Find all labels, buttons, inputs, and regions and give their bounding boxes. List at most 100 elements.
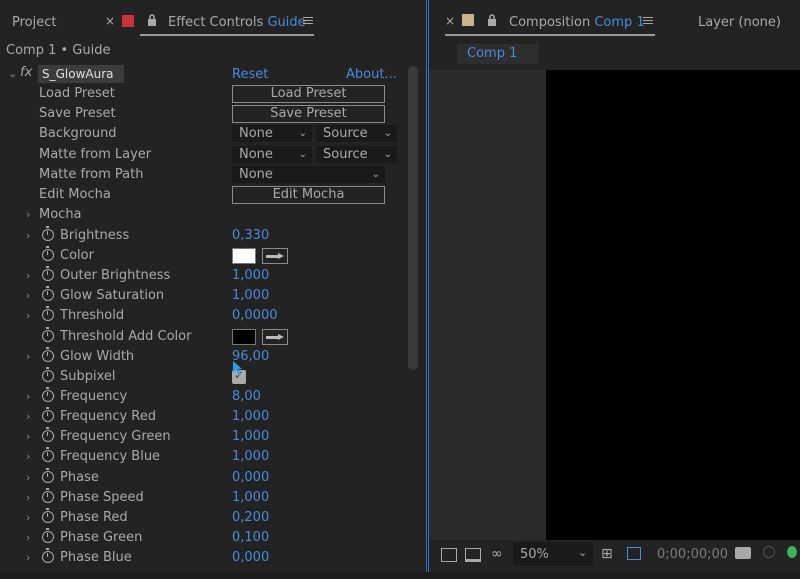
fx-icon[interactable]: fx (20, 65, 32, 80)
outer-brightness-label: Outer Brightness (60, 268, 171, 283)
phase-green-value[interactable]: 0,100 (232, 530, 269, 545)
stopwatch-icon[interactable] (42, 427, 54, 442)
composition-tab-bar: × Composition Comp 1 Layer (none) (429, 0, 800, 38)
background-dropdown[interactable]: None ⌄ (232, 125, 312, 142)
composition-viewer[interactable] (546, 70, 800, 540)
stopwatch-icon[interactable] (42, 447, 54, 462)
stopwatch-icon[interactable] (42, 367, 54, 382)
chevron-right-icon[interactable]: › (26, 551, 30, 564)
chevron-right-icon[interactable]: › (26, 289, 30, 302)
stopwatch-icon[interactable] (42, 246, 54, 261)
save-preset-label: Save Preset (39, 106, 116, 121)
outer-brightness-value[interactable]: 1,000 (232, 268, 269, 283)
monitor-icon[interactable] (465, 548, 481, 562)
color-swatch[interactable] (232, 248, 256, 264)
stopwatch-icon[interactable] (42, 508, 54, 523)
current-time[interactable]: 0;00;00;00 (657, 547, 728, 562)
frequency-value[interactable]: 8,00 (232, 389, 261, 404)
phase-speed-value[interactable]: 1,000 (232, 490, 269, 505)
chevron-down-icon[interactable]: ⌄ (8, 67, 17, 80)
panel-menu-icon[interactable] (643, 15, 653, 26)
effect-name[interactable]: S_GlowAura (42, 67, 114, 81)
stopwatch-icon[interactable] (42, 468, 54, 483)
frequency-blue-label: Frequency Blue (60, 449, 161, 464)
phase-red-value[interactable]: 0,200 (232, 510, 269, 525)
chevron-right-icon[interactable]: › (26, 390, 30, 403)
phase-green-label: Phase Green (60, 530, 143, 545)
frequency-blue-value[interactable]: 1,000 (232, 449, 269, 464)
show-snapshot-icon[interactable] (763, 546, 775, 558)
phase-red-label: Phase Red (60, 510, 128, 525)
chevron-right-icon[interactable]: › (26, 350, 30, 363)
brightness-value[interactable]: 0,330 (232, 228, 269, 243)
close-icon[interactable]: × (445, 14, 455, 28)
lock-icon[interactable] (487, 14, 497, 26)
eyedropper-icon[interactable] (262, 248, 288, 264)
threshold-color-swatch[interactable] (232, 329, 256, 345)
stopwatch-icon[interactable] (42, 347, 54, 362)
stopwatch-icon[interactable] (42, 266, 54, 281)
phase-value[interactable]: 0,000 (232, 470, 269, 485)
panel-menu-icon[interactable] (303, 15, 313, 26)
about-link[interactable]: About... (346, 67, 397, 82)
chevron-right-icon[interactable]: › (26, 511, 30, 524)
threshold-add-color-label: Threshold Add Color (60, 329, 192, 344)
stopwatch-icon[interactable] (42, 528, 54, 543)
reset-link[interactable]: Reset (232, 67, 268, 82)
glow-width-row: › Glow Width 96,00 (0, 347, 404, 367)
close-icon[interactable]: × (105, 14, 115, 28)
frequency-green-value[interactable]: 1,000 (232, 429, 269, 444)
tab-layer[interactable]: Layer (none) (698, 15, 781, 30)
chevron-right-icon[interactable]: › (26, 450, 30, 463)
stopwatch-icon[interactable] (42, 387, 54, 402)
camera-snapshot-icon[interactable] (735, 547, 751, 559)
chevron-right-icon[interactable]: › (26, 208, 30, 221)
glow-saturation-value[interactable]: 1,000 (232, 288, 269, 303)
stopwatch-icon[interactable] (42, 226, 54, 241)
matte-layer-dropdown[interactable]: None ⌄ (232, 146, 312, 163)
frequency-green-label: Frequency Green (60, 429, 171, 444)
tab-project[interactable]: Project (12, 15, 56, 30)
load-preset-button[interactable]: Load Preset (232, 85, 385, 103)
left-tab-bar: Project × Effect Controls Guide (0, 0, 426, 38)
background-source-dropdown[interactable]: Source ⌄ (316, 125, 397, 142)
chevron-right-icon[interactable]: › (26, 430, 30, 443)
region-of-interest-icon[interactable] (627, 547, 641, 560)
eyedropper-icon[interactable] (262, 329, 288, 345)
matte-path-value: None (239, 167, 273, 182)
comp-subtab[interactable]: Comp 1 (457, 44, 539, 64)
grid-guides-icon[interactable]: ⊞ (601, 546, 613, 562)
lock-icon[interactable] (147, 14, 157, 26)
stopwatch-icon[interactable] (42, 407, 54, 422)
chevron-right-icon[interactable]: › (26, 229, 30, 242)
zoom-dropdown[interactable]: 50% ⌄ (513, 542, 593, 566)
stopwatch-icon[interactable] (42, 327, 54, 342)
threshold-value[interactable]: 0,0000 (232, 308, 278, 323)
stopwatch-icon[interactable] (42, 488, 54, 503)
chevron-right-icon[interactable]: › (26, 491, 30, 504)
mask-icon[interactable]: ∞ (491, 546, 503, 562)
chevron-right-icon[interactable]: › (26, 471, 30, 484)
chevron-right-icon[interactable]: › (26, 531, 30, 544)
matte-layer-source-dropdown[interactable]: Source ⌄ (316, 146, 397, 163)
vertical-scrollbar[interactable] (408, 66, 418, 370)
stopwatch-icon[interactable] (42, 548, 54, 563)
stopwatch-icon[interactable] (42, 306, 54, 321)
chevron-right-icon[interactable]: › (26, 309, 30, 322)
chevron-right-icon[interactable]: › (26, 410, 30, 423)
chevron-right-icon[interactable]: › (26, 269, 30, 282)
frequency-red-value[interactable]: 1,000 (232, 409, 269, 424)
edit-mocha-button[interactable]: Edit Mocha (232, 186, 385, 204)
chevron-down-icon: ⌄ (298, 128, 307, 139)
always-preview-icon[interactable] (441, 548, 457, 562)
frequency-label: Frequency (60, 389, 128, 404)
active-tab-underline (140, 34, 314, 36)
tab-composition[interactable]: Composition Comp 1 (509, 15, 645, 30)
phase-blue-value[interactable]: 0,000 (232, 550, 269, 565)
color-channel-icon[interactable] (787, 546, 797, 558)
save-preset-button[interactable]: Save Preset (232, 105, 385, 123)
matte-path-dropdown[interactable]: None ⌄ (232, 166, 385, 183)
tab-effect-controls[interactable]: Effect Controls Guide (168, 15, 306, 30)
brightness-label: Brightness (60, 228, 130, 243)
stopwatch-icon[interactable] (42, 286, 54, 301)
